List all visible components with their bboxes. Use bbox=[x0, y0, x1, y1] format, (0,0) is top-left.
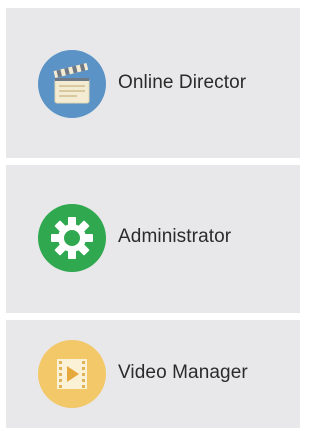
online-director-label: Online Director bbox=[118, 72, 247, 93]
online-director-tile[interactable]: Online Director bbox=[6, 8, 300, 158]
administrator-label: Administrator bbox=[118, 226, 232, 247]
video-manager-label: Video Manager bbox=[118, 362, 248, 383]
administrator-tile[interactable]: Administrator bbox=[6, 165, 300, 313]
film-play-icon bbox=[38, 340, 106, 408]
app-menu: Online Director Administrator Video Mana… bbox=[0, 0, 302, 431]
video-manager-tile[interactable]: Video Manager bbox=[6, 320, 300, 428]
clapperboard-icon bbox=[38, 50, 106, 118]
gear-icon bbox=[38, 204, 106, 272]
